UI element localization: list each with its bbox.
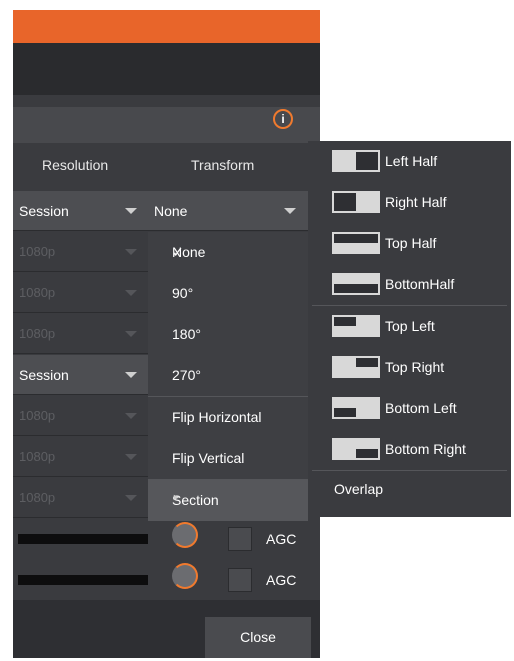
info-icon[interactable]: i — [273, 109, 293, 129]
app-title-bar — [13, 10, 320, 43]
menu-item-section[interactable]: Section ► — [148, 480, 308, 521]
menu-item-label: None — [172, 244, 206, 260]
audio-meter — [18, 534, 148, 544]
gain-knob[interactable] — [172, 563, 198, 589]
submenu-item-top-half[interactable]: Top Half — [308, 223, 511, 264]
submenu-item-label: Right Half — [385, 194, 447, 210]
resolution-dropdown-4[interactable]: 1080p — [13, 314, 149, 354]
bottom-right-icon — [332, 438, 380, 460]
agc-checkbox[interactable] — [228, 568, 252, 592]
submenu-item-label: Left Half — [385, 153, 438, 169]
resolution-value: Session — [19, 203, 69, 219]
transform-value: None — [154, 203, 188, 219]
menu-item-90[interactable]: 90° — [148, 273, 308, 314]
window-header — [13, 43, 320, 95]
menu-item-label: 90° — [172, 285, 194, 301]
chevron-down-icon — [284, 208, 296, 214]
close-button[interactable]: Close — [205, 617, 311, 658]
submenu-item-bottom-right[interactable]: Bottom Right — [308, 429, 511, 470]
menu-item-label: Flip Vertical — [172, 450, 245, 466]
submenu-item-label: Bottom Left — [385, 400, 457, 416]
resolution-dropdown-8[interactable]: 1080p — [13, 478, 149, 518]
gain-knob[interactable] — [172, 522, 198, 548]
menu-item-270[interactable]: 270° — [148, 355, 308, 396]
resolution-dropdown-7[interactable]: 1080p — [13, 437, 149, 477]
menu-item-none[interactable]: ✓ None — [148, 232, 308, 273]
bottom-half-icon — [332, 273, 380, 295]
submenu-arrow-icon: ► — [172, 492, 181, 502]
resolution-dropdown-1[interactable]: Session — [13, 191, 149, 231]
menu-item-flip-horizontal[interactable]: Flip Horizontal — [148, 397, 308, 438]
audio-meter — [18, 575, 148, 585]
transform-menu: ✓ None 90° 180° 270° Flip Horizontal Fli… — [148, 232, 308, 521]
chevron-down-icon — [125, 454, 137, 460]
submenu-item-bottom-left[interactable]: Bottom Left — [308, 388, 511, 429]
submenu-item-right-half[interactable]: Right Half — [308, 182, 511, 223]
resolution-value: 1080p — [19, 408, 56, 423]
agc-checkbox[interactable] — [228, 527, 252, 551]
submenu-item-label: Top Left — [385, 318, 435, 334]
submenu-item-label: Overlap — [334, 481, 384, 497]
menu-item-label: Flip Horizontal — [172, 409, 262, 425]
menu-item-label: 180° — [172, 326, 201, 342]
submenu-item-left-half[interactable]: Left Half — [308, 141, 511, 182]
submenu-item-label: Top Right — [385, 359, 445, 375]
menu-item-flip-vertical[interactable]: Flip Vertical — [148, 438, 308, 479]
transform-dropdown[interactable]: None — [148, 191, 308, 231]
chevron-down-icon — [125, 249, 137, 255]
resolution-value: Session — [19, 367, 69, 383]
resolution-dropdown-2[interactable]: 1080p — [13, 232, 149, 272]
submenu-item-label: Top Half — [385, 235, 437, 251]
resolution-value: 1080p — [19, 326, 56, 341]
top-right-icon — [332, 356, 380, 378]
menu-item-label: 270° — [172, 367, 201, 383]
resolution-value: 1080p — [19, 490, 56, 505]
menu-item-180[interactable]: 180° — [148, 314, 308, 355]
resolution-dropdown-6[interactable]: 1080p — [13, 396, 149, 436]
resolution-value: 1080p — [19, 244, 56, 259]
left-half-icon — [332, 150, 380, 172]
resolution-value: 1080p — [19, 285, 56, 300]
chevron-down-icon — [125, 290, 137, 296]
submenu-item-overlap[interactable]: Overlap — [308, 471, 511, 512]
resolution-dropdown-3[interactable]: 1080p — [13, 273, 149, 313]
resolution-column-header: Resolution — [42, 157, 109, 173]
resolution-dropdown-5[interactable]: Session — [13, 355, 149, 395]
chevron-down-icon — [125, 413, 137, 419]
agc-label: AGC — [266, 572, 297, 588]
submenu-item-label: Bottom Right — [385, 441, 466, 457]
submenu-item-top-right[interactable]: Top Right — [308, 347, 511, 388]
agc-label: AGC — [266, 531, 297, 547]
top-left-icon — [332, 315, 380, 337]
resolution-value: 1080p — [19, 449, 56, 464]
chevron-down-icon — [125, 495, 137, 501]
chevron-down-icon — [125, 208, 137, 214]
right-half-icon — [332, 191, 380, 213]
section-submenu: Left Half Right Half Top Half BottomHalf… — [308, 141, 511, 517]
chevron-down-icon — [125, 372, 137, 378]
submenu-item-label: BottomHalf — [385, 276, 455, 292]
submenu-item-top-left[interactable]: Top Left — [308, 306, 511, 347]
bottom-left-icon — [332, 397, 380, 419]
chevron-down-icon — [125, 331, 137, 337]
submenu-item-bottom-half[interactable]: BottomHalf — [308, 264, 511, 305]
top-half-icon — [332, 232, 380, 254]
transform-column-header: Transform — [191, 157, 255, 173]
